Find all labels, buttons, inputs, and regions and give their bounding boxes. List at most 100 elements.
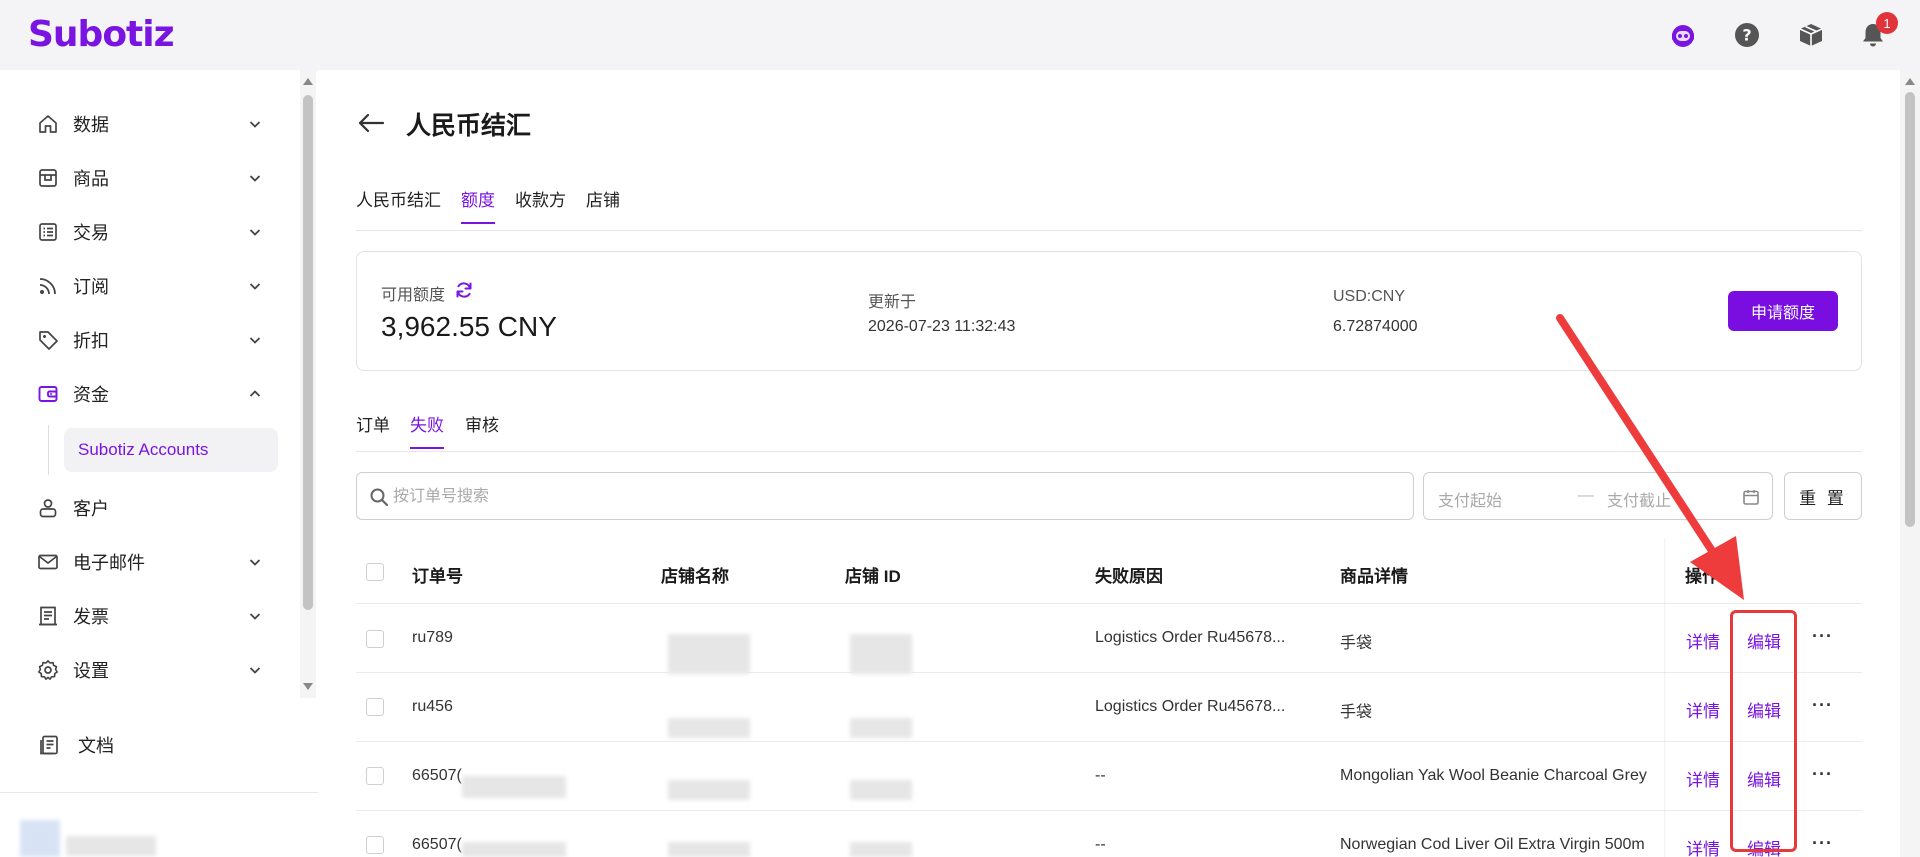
- date-start-input[interactable]: 支付起始: [1438, 487, 1502, 511]
- tab-stores[interactable]: 店铺: [586, 188, 620, 224]
- account-avatar[interactable]: [20, 820, 60, 857]
- available-quota-label: 可用额度: [381, 287, 446, 304]
- calendar-icon: [1743, 490, 1759, 505]
- row-checkbox[interactable]: [366, 767, 384, 785]
- tab-payees[interactable]: 收款方: [515, 188, 566, 224]
- home-icon: [36, 112, 60, 136]
- notification-badge: 1: [1876, 12, 1898, 34]
- fail-reason-cell: Logistics Order Ru45678...: [1095, 698, 1286, 715]
- more-actions-icon[interactable]: ···: [1812, 695, 1833, 716]
- help-icon[interactable]: ?: [1732, 20, 1762, 50]
- subtab-review[interactable]: 审核: [465, 413, 499, 449]
- sidebar-item-email[interactable]: 电子邮件: [0, 540, 290, 584]
- column-header-store-id: 店铺 ID: [845, 567, 901, 586]
- subtab-orders[interactable]: 订单: [356, 413, 390, 449]
- sidebar-item-subscriptions[interactable]: 订阅: [0, 264, 290, 308]
- chevron-down-icon: [247, 608, 263, 624]
- sidebar-subitem-subotiz-accounts[interactable]: Subotiz Accounts: [64, 428, 278, 472]
- account-name[interactable]: [66, 836, 156, 856]
- updated-value: 2026-07-23 11:32:43: [868, 318, 1016, 335]
- svg-text:?: ?: [1742, 26, 1751, 45]
- store-id-cell: [850, 842, 912, 857]
- row-checkbox[interactable]: [366, 836, 384, 854]
- row-checkbox[interactable]: [366, 698, 384, 716]
- submenu-line: [48, 425, 49, 475]
- apply-quota-button[interactable]: 申请额度: [1728, 291, 1838, 331]
- sidebar-item-data[interactable]: 数据: [0, 102, 290, 146]
- detail-link[interactable]: 详情: [1686, 628, 1720, 653]
- sidebar-scrollbar-thumb[interactable]: [303, 95, 313, 610]
- sticky-column-shadow: [1664, 538, 1666, 857]
- sidebar-item-label: 文档: [78, 736, 114, 756]
- arrow-left-icon: [358, 113, 385, 133]
- available-quota-value: 3,962.55 CNY: [381, 311, 557, 342]
- chevron-down-icon: [247, 662, 263, 678]
- more-actions-icon[interactable]: ···: [1812, 626, 1833, 647]
- product-details-cell: Norwegian Cod Liver Oil Extra Virgin 500…: [1340, 836, 1645, 853]
- refresh-icon[interactable]: [455, 281, 473, 299]
- store-name-cell: [668, 718, 750, 738]
- sidebar-item-products[interactable]: 商品: [0, 156, 290, 200]
- sidebar-item-discounts[interactable]: 折扣: [0, 318, 290, 362]
- scroll-down-icon[interactable]: [302, 682, 314, 692]
- reset-button[interactable]: 重 置: [1784, 472, 1862, 520]
- sidebar-item-funds[interactable]: 资金: [0, 372, 290, 416]
- chevron-down-icon: [247, 554, 263, 570]
- sidebar-item-settings[interactable]: 设置: [0, 648, 290, 692]
- detail-link[interactable]: 详情: [1686, 766, 1720, 791]
- more-actions-icon[interactable]: ···: [1812, 764, 1833, 785]
- store-id-cell: [850, 718, 912, 738]
- sidebar-item-label: 数据: [73, 115, 109, 135]
- table-divider: [356, 603, 1862, 604]
- order-no-cell: 66507(: [412, 836, 462, 853]
- sidebar-item-label: 折扣: [73, 331, 109, 351]
- logo[interactable]: Subotiz: [28, 14, 175, 55]
- more-actions-icon[interactable]: ···: [1812, 833, 1833, 854]
- column-header-fail-reason: 失败原因: [1095, 567, 1163, 586]
- sidebar-item-label: 商品: [73, 169, 109, 189]
- order-search-input[interactable]: [393, 483, 1393, 511]
- scroll-up-icon[interactable]: [302, 76, 314, 86]
- sidebar-item-customers[interactable]: 客户: [0, 486, 290, 530]
- sidebar-item-transactions[interactable]: 交易: [0, 210, 290, 254]
- sidebar-item-invoices[interactable]: 发票: [0, 594, 290, 638]
- package-icon[interactable]: [1796, 20, 1826, 50]
- order-no-cell: ru789: [412, 629, 453, 646]
- sidebar-item-label: 交易: [73, 223, 109, 243]
- product-details-cell: Mongolian Yak Wool Beanie Charcoal Grey: [1340, 767, 1647, 784]
- sidebar-item-label: 资金: [73, 385, 109, 405]
- back-button[interactable]: [356, 108, 386, 138]
- page-title: 人民币结汇: [406, 112, 532, 140]
- table-row-divider: [356, 810, 1862, 811]
- bell-icon[interactable]: 1: [1858, 12, 1898, 50]
- tab-rmb-settlement[interactable]: 人民币结汇: [356, 188, 441, 224]
- row-checkbox[interactable]: [366, 630, 384, 648]
- tab-quota[interactable]: 额度: [461, 188, 495, 224]
- list-icon: [36, 220, 60, 244]
- ai-assistant-icon[interactable]: [1668, 20, 1698, 50]
- main-scrollbar-thumb[interactable]: [1905, 92, 1915, 527]
- user-icon: [36, 496, 60, 520]
- payment-date-range[interactable]: 支付起始 — 支付截止: [1423, 472, 1773, 520]
- updated-label: 更新于: [868, 294, 917, 311]
- column-header-order-no: 订单号: [412, 567, 463, 586]
- fail-reason-cell: --: [1095, 767, 1106, 784]
- subtab-failed[interactable]: 失败: [410, 413, 444, 449]
- order-search-box[interactable]: [356, 472, 1414, 520]
- sidebar-item-docs[interactable]: 文档: [0, 723, 290, 767]
- mail-icon: [36, 550, 60, 574]
- product-details-cell: 手袋: [1340, 635, 1373, 652]
- detail-link[interactable]: 详情: [1686, 697, 1720, 722]
- select-all-checkbox[interactable]: [366, 563, 384, 581]
- table-row-divider: [356, 741, 1862, 742]
- exchange-rate-label: USD:CNY: [1333, 288, 1406, 305]
- detail-link[interactable]: 详情: [1686, 835, 1720, 857]
- scroll-up-icon[interactable]: [1904, 76, 1916, 86]
- fail-reason-cell: --: [1095, 836, 1106, 853]
- chevron-down-icon: [247, 332, 263, 348]
- sidebar-item-label: 订阅: [73, 277, 109, 297]
- date-end-input[interactable]: 支付截止: [1607, 487, 1671, 511]
- chevron-down-icon: [247, 224, 263, 240]
- chevron-up-icon: [247, 386, 263, 402]
- highlight-box: [1730, 610, 1797, 852]
